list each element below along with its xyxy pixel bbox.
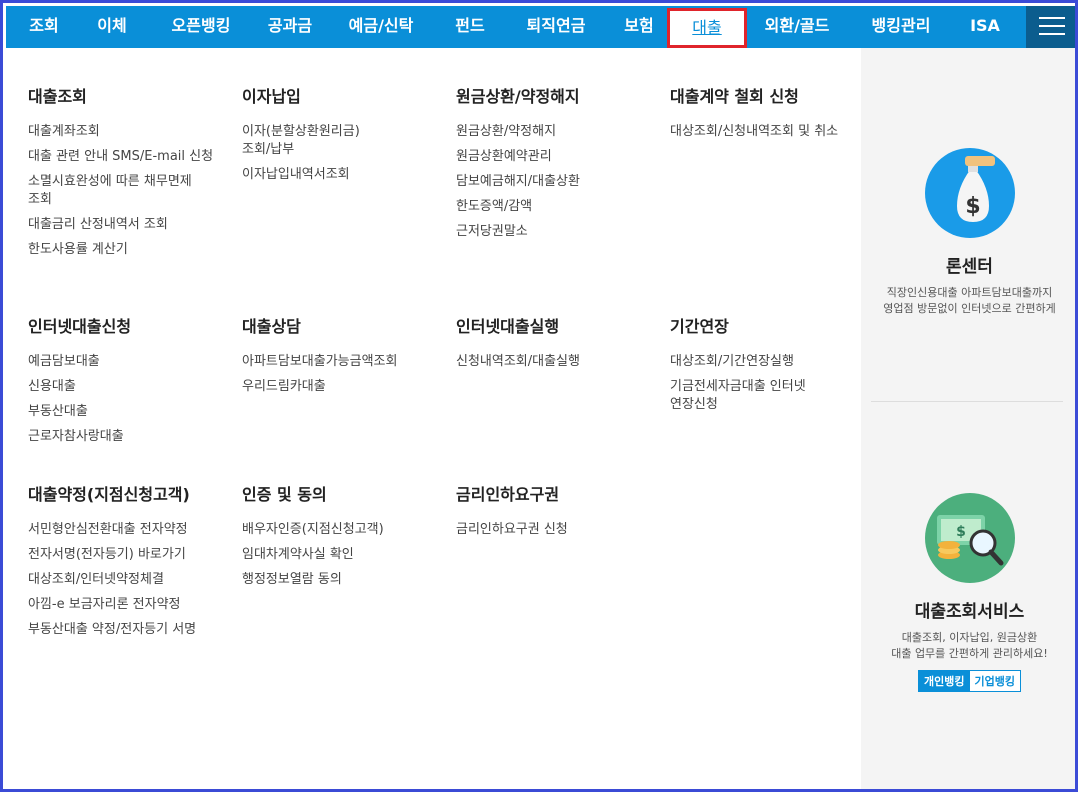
menu-link[interactable]: 원금상환/약정해지 (456, 123, 646, 141)
menu-link[interactable]: 원금상환예약관리 (456, 148, 646, 166)
menu-link[interactable]: 한도증액/감액 (456, 198, 646, 216)
svg-text:$: $ (956, 524, 966, 540)
loan-center-desc: 직장인신용대출 아파트담보대출까지 영업점 방문없이 인터넷으로 간편하게 (883, 286, 1056, 315)
menu-link[interactable]: 이자(분할상환원리금) 조회/납부 (242, 123, 387, 159)
nav-item-pension[interactable]: 퇴직연금 (511, 6, 601, 48)
menu-link[interactable]: 배우자인증(지점신청고객) (242, 521, 432, 539)
nav-item-loan[interactable]: 대출 (667, 8, 747, 48)
section-title: 인증 및 동의 (242, 485, 327, 504)
hamburger-icon (1039, 17, 1065, 19)
menu-link[interactable]: 우리드림카대출 (242, 378, 432, 396)
nav-item-fund[interactable]: 펀드 (442, 6, 498, 48)
personal-banking-button[interactable]: 개인뱅킹 (919, 671, 970, 691)
menu-link[interactable]: 이자납입내역서조회 (242, 166, 387, 184)
nav-item-isa[interactable]: ISA (960, 6, 1010, 48)
section-auth-consent: 인증 및 동의 배우자인증(지점신청고객) 임대차계약사실 확인 행정정보열람 … (242, 481, 432, 596)
menu-link[interactable]: 아낌-e 보금자리론 전자약정 (28, 596, 223, 614)
section-title: 금리인하요구권 (456, 485, 560, 504)
menu-link[interactable]: 부동산대출 (28, 403, 218, 421)
menu-link[interactable]: 신청내역조회/대출실행 (456, 353, 646, 371)
menu-link[interactable]: 부동산대출 약정/전자등기 서명 (28, 621, 223, 639)
section-loan-inquiry: 대출조회 대출계좌조회 대출 관련 안내 SMS/E-mail 신청 소멸시효완… (28, 83, 218, 266)
menu-link[interactable]: 아파트담보대출가능금액조회 (242, 353, 432, 371)
menu-link[interactable]: 대상조회/신청내역조회 및 취소 (670, 123, 850, 141)
nav-item-insurance[interactable]: 보험 (611, 6, 667, 48)
menu-link[interactable]: 대출 관련 안내 SMS/E-mail 신청 (28, 148, 218, 166)
hamburger-icon (1039, 25, 1065, 27)
menu-link[interactable]: 임대차계약사실 확인 (242, 546, 432, 564)
window-frame: 조회 이체 오픈뱅킹 공과금 예금/신탁 펀드 퇴직연금 보험 대출 외환/골드… (0, 0, 1078, 792)
section-internet-loan-execute: 인터넷대출실행 신청내역조회/대출실행 (456, 313, 646, 378)
side-promo-panel: $ 론센터 직장인신용대출 아파트담보대출까지 영업점 방문없이 인터넷으로 간편… (861, 48, 1075, 789)
nav-item-deposit-trust[interactable]: 예금/신탁 (336, 6, 426, 48)
section-title: 대출약정(지점신청고객) (28, 485, 190, 504)
section-title: 원금상환/약정해지 (456, 87, 580, 106)
side-divider (871, 401, 1063, 402)
money-bag-icon: $ (924, 148, 1015, 238)
menu-link[interactable]: 금리인하요구권 신청 (456, 521, 646, 539)
svg-text:$: $ (965, 194, 980, 219)
loan-service-promo: $ 대출조회서비스 대출조회, 이자납입, 원금상환 대출 업무를 간편하게 관리… (861, 493, 1075, 692)
menu-link[interactable]: 대상조회/기간연장실행 (670, 353, 850, 371)
section-term-extension: 기간연장 대상조회/기간연장실행 기금전세자금대출 인터넷 연장신청 (670, 313, 850, 421)
menu-link[interactable]: 대상조회/인터넷약정체결 (28, 571, 223, 589)
menu-link[interactable]: 소멸시효완성에 따른 채무면제 조회 (28, 173, 218, 209)
corporate-banking-button[interactable]: 기업뱅킹 (969, 671, 1020, 691)
menu-link[interactable]: 근로자참사랑대출 (28, 428, 218, 446)
section-title: 대출상담 (242, 317, 301, 336)
menu-link[interactable]: 기금전세자금대출 인터넷 연장신청 (670, 378, 850, 414)
hamburger-menu-button[interactable] (1026, 6, 1075, 48)
section-title: 이자납입 (242, 87, 301, 106)
global-nav: 조회 이체 오픈뱅킹 공과금 예금/신탁 펀드 퇴직연금 보험 대출 외환/골드… (6, 6, 1075, 48)
section-title: 대출계약 철회 신청 (670, 87, 799, 106)
loan-center-promo[interactable]: $ 론센터 직장인신용대출 아파트담보대출까지 영업점 방문없이 인터넷으로 간편… (861, 148, 1075, 317)
menu-link[interactable]: 대출계좌조회 (28, 123, 218, 141)
loan-service-title: 대출조회서비스 (914, 602, 1025, 622)
section-interest-payment: 이자납입 이자(분할상환원리금) 조회/납부 이자납입내역서조회 (242, 83, 387, 191)
section-title: 인터넷대출실행 (456, 317, 560, 336)
section-internet-loan-apply: 인터넷대출신청 예금담보대출 신용대출 부동산대출 근로자참사랑대출 (28, 313, 218, 453)
menu-link[interactable]: 근저당권말소 (456, 223, 646, 241)
section-rate-reduction: 금리인하요구권 금리인하요구권 신청 (456, 481, 646, 546)
menu-link[interactable]: 예금담보대출 (28, 353, 218, 371)
menu-link[interactable]: 행정정보열람 동의 (242, 571, 432, 589)
hamburger-icon (1039, 33, 1065, 35)
section-title: 기간연장 (670, 317, 729, 336)
nav-item-inquiry[interactable]: 조회 (16, 6, 72, 48)
menu-link[interactable]: 대출금리 산정내역서 조회 (28, 216, 218, 234)
loan-service-desc: 대출조회, 이자납입, 원금상환 대출 업무를 간편하게 관리하세요! (891, 631, 1048, 660)
section-contract-withdrawal: 대출계약 철회 신청 대상조회/신청내역조회 및 취소 (670, 83, 850, 148)
section-title: 인터넷대출신청 (28, 317, 132, 336)
menu-link[interactable]: 서민형안심전환대출 전자약정 (28, 521, 223, 539)
menu-link[interactable]: 담보예금해지/대출상환 (456, 173, 646, 191)
menu-link[interactable]: 신용대출 (28, 378, 218, 396)
magnifier-money-icon: $ (924, 493, 1015, 583)
loan-center-title: 론센터 (946, 257, 993, 277)
menu-link[interactable]: 한도사용률 계산기 (28, 241, 218, 259)
nav-item-forex-gold[interactable]: 외환/골드 (752, 6, 842, 48)
nav-item-utilities[interactable]: 공과금 (258, 6, 322, 48)
banking-type-toggle: 개인뱅킹 기업뱅킹 (918, 670, 1021, 692)
section-principal-repayment: 원금상환/약정해지 원금상환/약정해지 원금상환예약관리 담보예금해지/대출상환… (456, 83, 646, 248)
loan-mega-menu: 대출조회 대출계좌조회 대출 관련 안내 SMS/E-mail 신청 소멸시효완… (6, 48, 861, 789)
nav-item-open-banking[interactable]: 오픈뱅킹 (156, 6, 246, 48)
menu-link[interactable]: 전자서명(전자등기) 바로가기 (28, 546, 223, 564)
section-title: 대출조회 (28, 87, 87, 106)
nav-item-transfer[interactable]: 이체 (84, 6, 140, 48)
section-loan-agreement: 대출약정(지점신청고객) 서민형안심전환대출 전자약정 전자서명(전자등기) 바… (28, 481, 223, 646)
section-loan-consult: 대출상담 아파트담보대출가능금액조회 우리드림카대출 (242, 313, 432, 403)
nav-item-banking-mgmt[interactable]: 뱅킹관리 (856, 6, 946, 48)
